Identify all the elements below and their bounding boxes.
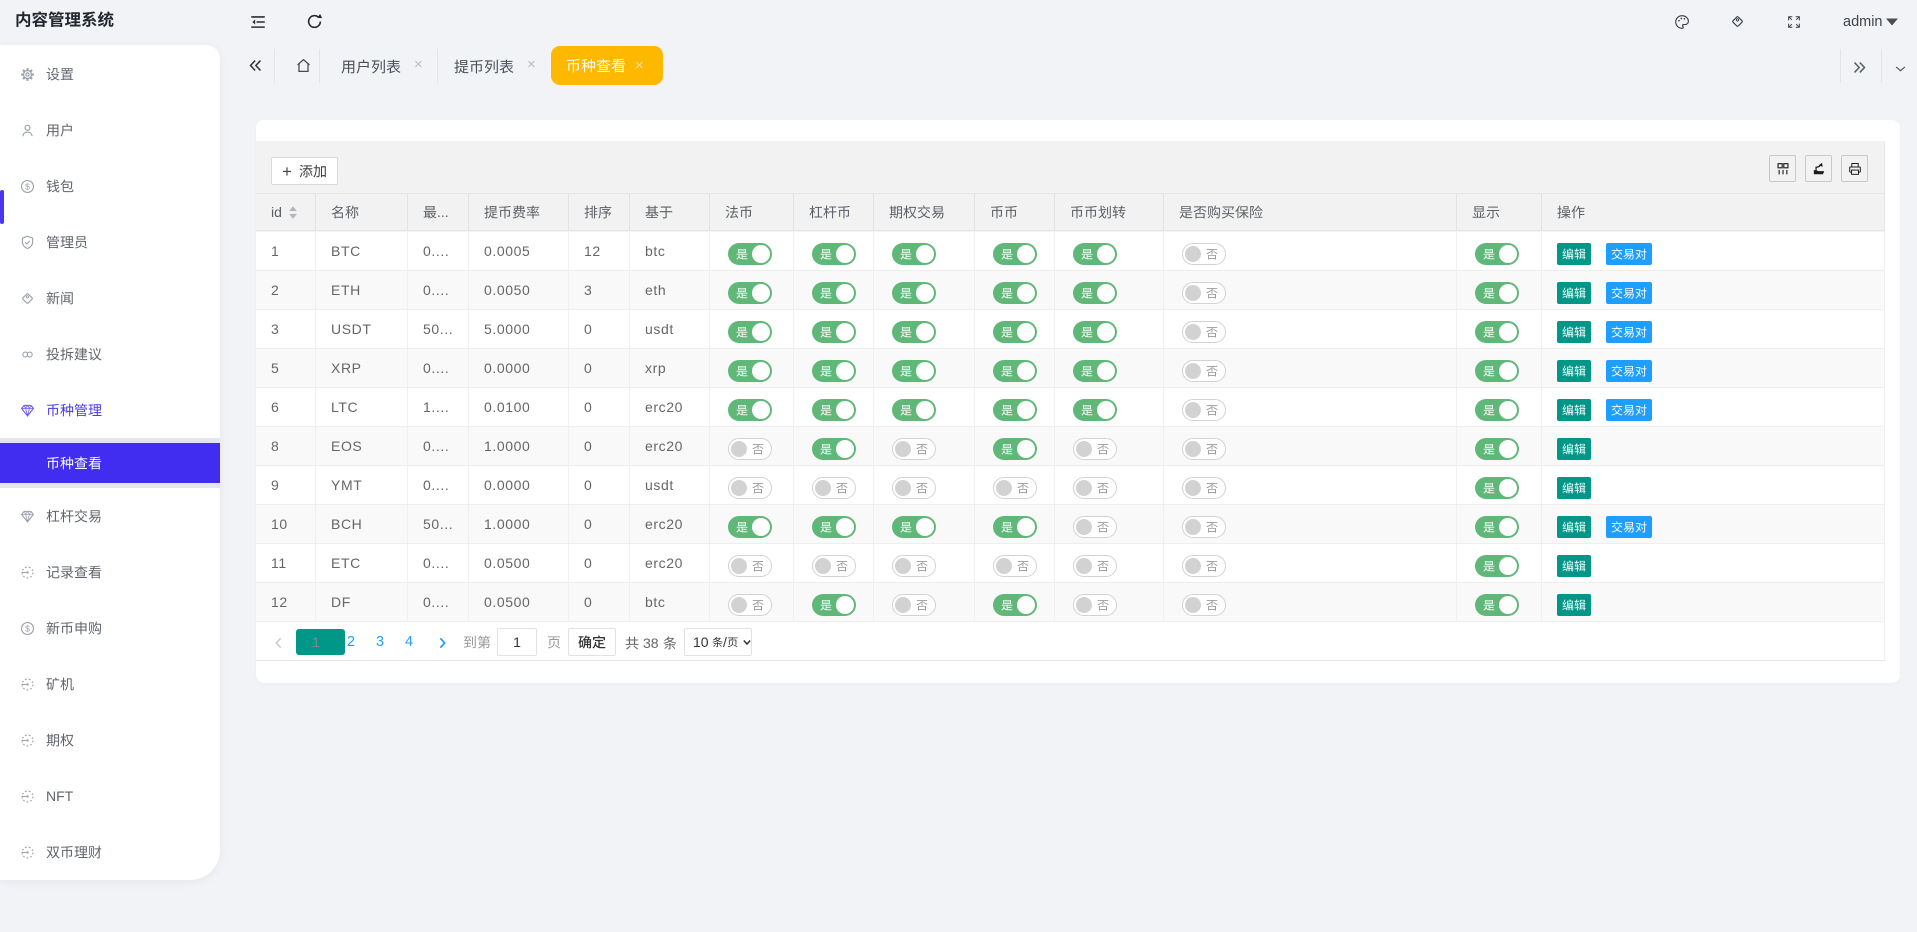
svg-text:$: $ xyxy=(25,181,30,191)
svg-text:$: $ xyxy=(25,623,30,633)
